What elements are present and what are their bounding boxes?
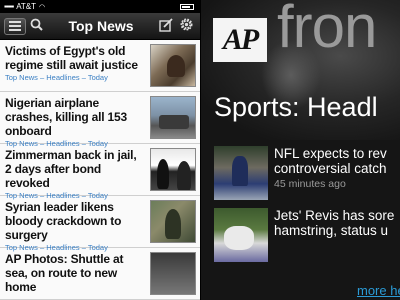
- carrier-label: AT&T: [16, 2, 37, 11]
- list-item[interactable]: Jets' Revis has sore hamstring, status u: [214, 208, 400, 264]
- story-row[interactable]: Nigerian airplane crashes, killing all 1…: [0, 92, 200, 148]
- section-title[interactable]: Sports: Headl: [214, 92, 378, 123]
- page-title: Top News: [68, 18, 134, 34]
- search-icon[interactable]: [26, 18, 46, 34]
- panorama-title: fron: [277, 0, 377, 60]
- navigation-bar: Top News: [0, 13, 200, 40]
- story-thumbnail: [150, 96, 196, 139]
- gear-icon[interactable]: [176, 17, 196, 35]
- story-headline: AP Photos: Shuttle at sea, on route to n…: [5, 252, 124, 294]
- compose-icon[interactable]: [156, 17, 176, 35]
- story-thumbnail: [214, 146, 268, 200]
- story-headline: Nigerian airplane crashes, killing all 1…: [5, 96, 127, 138]
- more-headlines-link[interactable]: more he: [357, 283, 400, 298]
- ap-logo: AP: [213, 18, 267, 62]
- sections-list-button[interactable]: [4, 17, 26, 35]
- iphone-app-screen: ▪▪▪▪▪ AT&T ◠ Top News Victims of Egypt's…: [0, 0, 201, 300]
- story-headline-line2: controversial catch: [274, 161, 387, 176]
- story-thumbnail: [150, 200, 196, 243]
- story-row[interactable]: Victims of Egypt's old regime still awai…: [0, 40, 200, 92]
- story-headline: Victims of Egypt's old regime still awai…: [5, 44, 138, 72]
- story-row[interactable]: Zimmerman back in jail, 2 days after bon…: [0, 144, 200, 200]
- story-headline-line1: Jets' Revis has sore: [274, 208, 395, 223]
- story-headline-line1: NFL expects to rev: [274, 146, 387, 161]
- story-headline: NFL expects to rev controversial catch: [274, 146, 400, 176]
- story-headline: Jets' Revis has sore hamstring, status u: [274, 208, 400, 238]
- windows-phone-app-screen: AP fron Sports: Headl NFL expects to rev…: [201, 0, 400, 300]
- story-thumbnail: [214, 208, 268, 262]
- story-headline: Zimmerman back in jail, 2 days after bon…: [5, 148, 137, 190]
- story-row[interactable]: Syrian leader likens bloody crackdown to…: [0, 196, 200, 252]
- story-thumbnail: [150, 148, 196, 191]
- story-headline: Syrian leader likens bloody crackdown to…: [5, 200, 122, 242]
- story-thumbnail: [150, 252, 196, 295]
- story-row[interactable]: AP Photos: Shuttle at sea, on route to n…: [0, 248, 200, 300]
- status-bar: ▪▪▪▪▪ AT&T ◠: [0, 0, 200, 13]
- story-headline-line2: hamstring, status u: [274, 223, 389, 238]
- story-thumbnail: [150, 44, 196, 87]
- story-timestamp: 45 minutes ago: [274, 178, 346, 190]
- ap-logo-text: AP: [222, 23, 259, 56]
- list-item[interactable]: NFL expects to rev controversial catch 4…: [214, 146, 400, 202]
- signal-strength-icon: ▪▪▪▪▪: [4, 2, 14, 11]
- wifi-icon: ◠: [39, 3, 46, 11]
- battery-icon: [180, 3, 194, 10]
- story-list: Victims of Egypt's old regime still awai…: [0, 40, 200, 300]
